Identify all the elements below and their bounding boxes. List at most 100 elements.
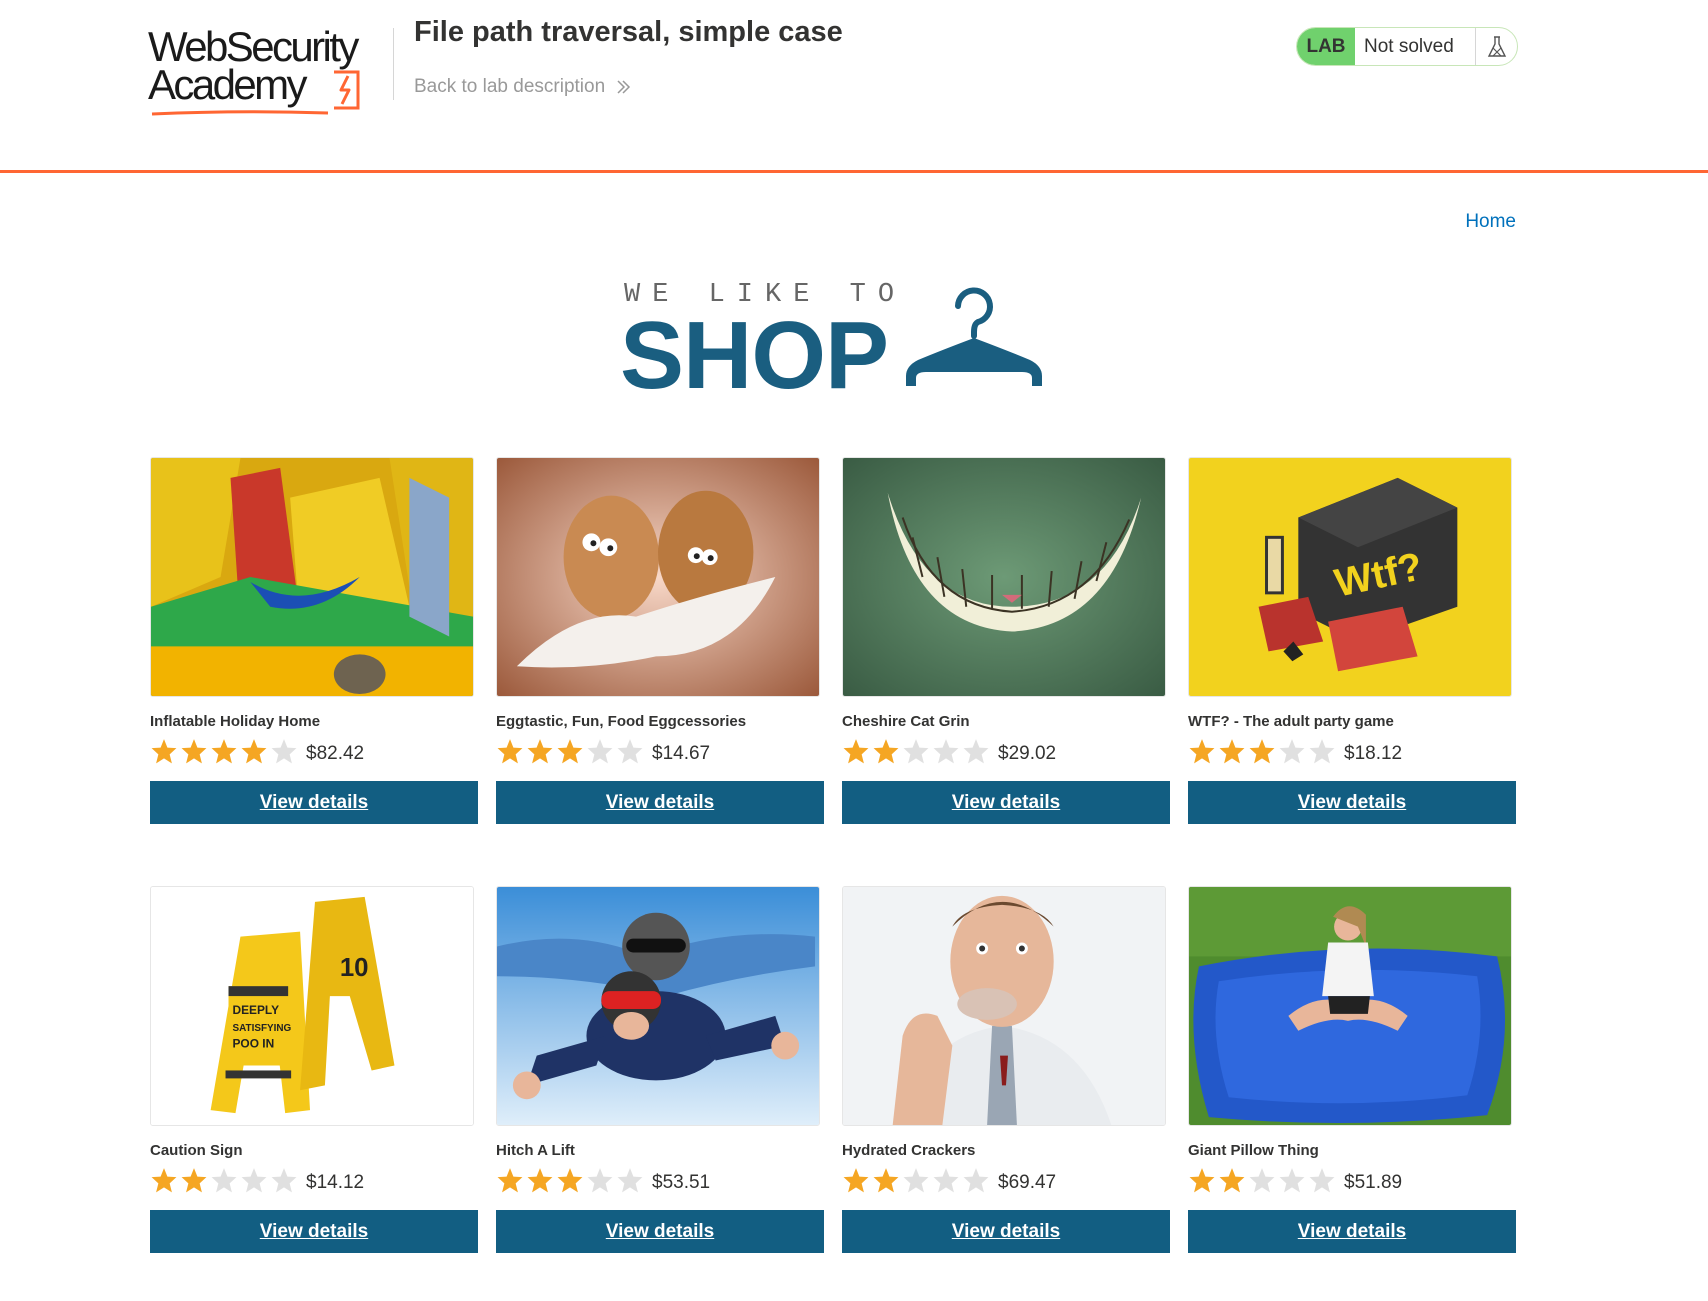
star-filled-icon [181,1168,207,1193]
product-card: Wtf? WTF? - The adult party game $18.12 Vi… [1188,457,1518,827]
star-filled-icon [527,1168,553,1193]
lab-status-widget: LAB Not solved [1296,27,1518,66]
view-details-button[interactable]: View details [1188,1210,1516,1253]
product-name: Eggtastic, Fun, Food Eggcessories [496,713,747,730]
rating-stars [496,1167,644,1193]
star-filled-icon [151,739,177,764]
rating-stars [842,738,990,764]
product-name: Hydrated Crackers [842,1142,976,1159]
product-rating: $14.12 [150,1166,364,1194]
product-name: Giant Pillow Thing [1188,1142,1319,1159]
product-name: Cheshire Cat Grin [842,713,970,730]
product-card: Giant Pillow Thing $51.89 View details [1188,886,1518,1256]
product-price: $69.47 [998,1172,1057,1193]
star-empty-icon [933,1168,959,1193]
star-empty-icon [903,739,929,764]
star-empty-icon [1309,739,1335,764]
academy-header: WebSecurity Academy File path traversal,… [0,0,1708,173]
logo-underline [151,110,329,116]
star-empty-icon [211,1168,237,1193]
svg-text:10: 10 [340,954,369,982]
nav-home-link[interactable]: Home [1465,211,1516,233]
star-empty-icon [903,1168,929,1193]
star-filled-icon [557,739,583,764]
view-details-button[interactable]: View details [1188,781,1516,824]
lab-title: File path traversal, simple case [414,16,843,48]
star-filled-icon [843,1168,869,1193]
star-filled-icon [1189,739,1215,764]
product-rating: $69.47 [842,1166,1056,1194]
svg-text:POO IN: POO IN [232,1037,274,1051]
star-empty-icon [1279,1168,1305,1193]
product-price: $29.02 [998,743,1057,764]
back-to-lab-description-link[interactable]: Back to lab description [414,76,631,98]
star-empty-icon [933,739,959,764]
view-details-button[interactable]: View details [496,1210,824,1253]
lab-status-text: Not solved [1364,35,1454,57]
star-filled-icon [241,739,267,764]
double-chevron-right-icon [617,80,631,94]
star-filled-icon [497,739,523,764]
star-filled-icon [873,1168,899,1193]
view-details-button[interactable]: View details [150,781,478,824]
star-empty-icon [963,1168,989,1193]
rating-stars [1188,738,1336,764]
product-rating: $29.02 [842,737,1056,765]
product-card: Hitch A Lift $53.51 View details [496,886,826,1256]
logo-bolt-icon [334,70,360,110]
rating-stars [1188,1167,1336,1193]
star-empty-icon [271,739,297,764]
product-price: $14.12 [306,1172,365,1193]
star-filled-icon [1219,1168,1245,1193]
product-rating: $82.42 [150,737,364,765]
svg-text:SATISFYING: SATISFYING [232,1023,291,1034]
product-price: $18.12 [1344,743,1403,764]
view-details-button[interactable]: View details [150,1210,478,1253]
product-price: $14.67 [652,743,711,764]
banner-title: SHOP [620,302,889,409]
product-image-cat-grin [842,457,1166,697]
rating-stars [496,738,644,764]
star-filled-icon [211,739,237,764]
product-image-inflatable-castle [150,457,474,697]
product-price: $82.42 [306,743,365,764]
star-filled-icon [497,1168,523,1193]
star-empty-icon [241,1168,267,1193]
star-empty-icon [1249,1168,1275,1193]
product-image-caution-signs: DEEPLY SATISFYING POO IN 10 [150,886,474,1126]
star-filled-icon [1219,739,1245,764]
star-filled-icon [527,739,553,764]
star-empty-icon [587,739,613,764]
coat-hanger-icon [906,287,1042,386]
star-filled-icon [1189,1168,1215,1193]
product-name: Inflatable Holiday Home [150,713,321,730]
star-empty-icon [617,1168,643,1193]
star-empty-icon [1279,739,1305,764]
star-empty-icon [963,739,989,764]
product-image-skydivers [496,886,820,1126]
star-filled-icon [181,739,207,764]
view-details-button[interactable]: View details [842,1210,1170,1253]
rating-stars [842,1167,990,1193]
product-rating: $53.51 [496,1166,710,1194]
web-security-academy-logo[interactable]: WebSecurity Academy [148,22,396,116]
product-card: DEEPLY SATISFYING POO IN 10 Caution Sign… [150,886,480,1256]
product-card: Cheshire Cat Grin $29.02 View details [842,457,1172,827]
product-name: WTF? - The adult party game [1188,713,1394,730]
product-image-man-eating-cracker [842,886,1166,1126]
view-details-button[interactable]: View details [496,781,824,824]
star-filled-icon [1249,739,1275,764]
product-rating: $14.67 [496,737,710,765]
svg-text:DEEPLY: DEEPLY [232,1003,279,1017]
star-filled-icon [873,739,899,764]
back-link-label: Back to lab description [414,76,606,97]
star-filled-icon [557,1168,583,1193]
product-name: Caution Sign [150,1142,243,1159]
header-divider [393,28,394,100]
product-card: Eggtastic, Fun, Food Eggcessories $14.67 V… [496,457,826,827]
rating-stars [150,1167,298,1193]
view-details-button[interactable]: View details [842,781,1170,824]
product-image-giant-blue-pillow [1188,886,1512,1126]
product-card: Hydrated Crackers $69.47 View details [842,886,1172,1256]
product-rating: $51.89 [1188,1166,1402,1194]
